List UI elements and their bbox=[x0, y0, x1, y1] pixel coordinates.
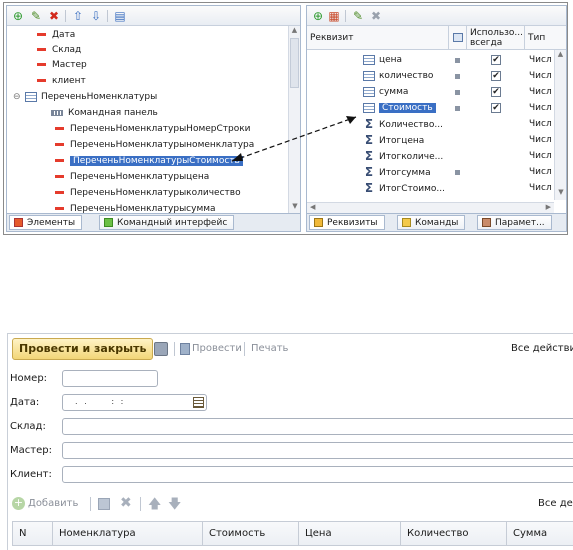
move-up-icon[interactable]: 🡅 bbox=[148, 495, 161, 517]
toolbar-separator bbox=[174, 342, 175, 356]
document-form: Провести и закрыть Провести Печать Все д… bbox=[7, 333, 573, 550]
column-header-nomenclature[interactable]: Номенклатура bbox=[53, 522, 203, 546]
table-all-actions-menu[interactable]: Все де bbox=[538, 498, 573, 509]
date-label: Дата: bbox=[10, 397, 40, 408]
post-icon[interactable] bbox=[180, 343, 190, 355]
toolbar-separator bbox=[140, 497, 141, 511]
move-down-icon[interactable]: 🡇 bbox=[168, 495, 181, 517]
designer-window: ⊕ ✎ ✖ ⇧ ⇩ ▤ Дата Склад Мастер клиент ⊖ Пе… bbox=[3, 2, 568, 235]
calendar-icon[interactable] bbox=[193, 397, 204, 408]
all-actions-menu[interactable]: Все действи bbox=[511, 343, 573, 354]
add-row-button[interactable]: Добавить bbox=[28, 498, 78, 509]
save-icon[interactable] bbox=[154, 342, 168, 356]
column-header-price[interactable]: Цена bbox=[299, 522, 401, 546]
client-label: Клиент: bbox=[10, 469, 52, 480]
column-header-cost[interactable]: Стоимость bbox=[203, 522, 299, 546]
client-field[interactable] bbox=[62, 466, 573, 483]
column-header-quantity[interactable]: Количество bbox=[401, 522, 507, 546]
warehouse-label: Склад: bbox=[10, 421, 46, 432]
date-mask: . . : : bbox=[75, 397, 126, 406]
toolbar-separator bbox=[244, 342, 245, 356]
post-button[interactable]: Провести bbox=[192, 343, 242, 354]
column-header-n[interactable]: N bbox=[13, 522, 53, 546]
number-label: Номер: bbox=[10, 373, 48, 384]
items-table-header: N Номенклатура Стоимость Цена Количество… bbox=[12, 521, 573, 546]
connector-arrow bbox=[231, 116, 357, 162]
master-label: Мастер: bbox=[10, 445, 52, 456]
warehouse-field[interactable] bbox=[62, 418, 573, 435]
number-field[interactable] bbox=[62, 370, 158, 387]
column-header-sum[interactable]: Сумма bbox=[507, 522, 573, 546]
toolbar-separator bbox=[90, 497, 91, 511]
date-field[interactable]: . . : : bbox=[62, 394, 207, 411]
master-field[interactable] bbox=[62, 442, 573, 459]
post-and-close-button[interactable]: Провести и закрыть bbox=[12, 338, 154, 360]
copy-row-icon[interactable] bbox=[98, 498, 110, 510]
add-row-icon[interactable]: + bbox=[12, 497, 25, 510]
print-button[interactable]: Печать bbox=[251, 343, 288, 354]
delete-row-icon[interactable]: ✖ bbox=[120, 495, 132, 511]
